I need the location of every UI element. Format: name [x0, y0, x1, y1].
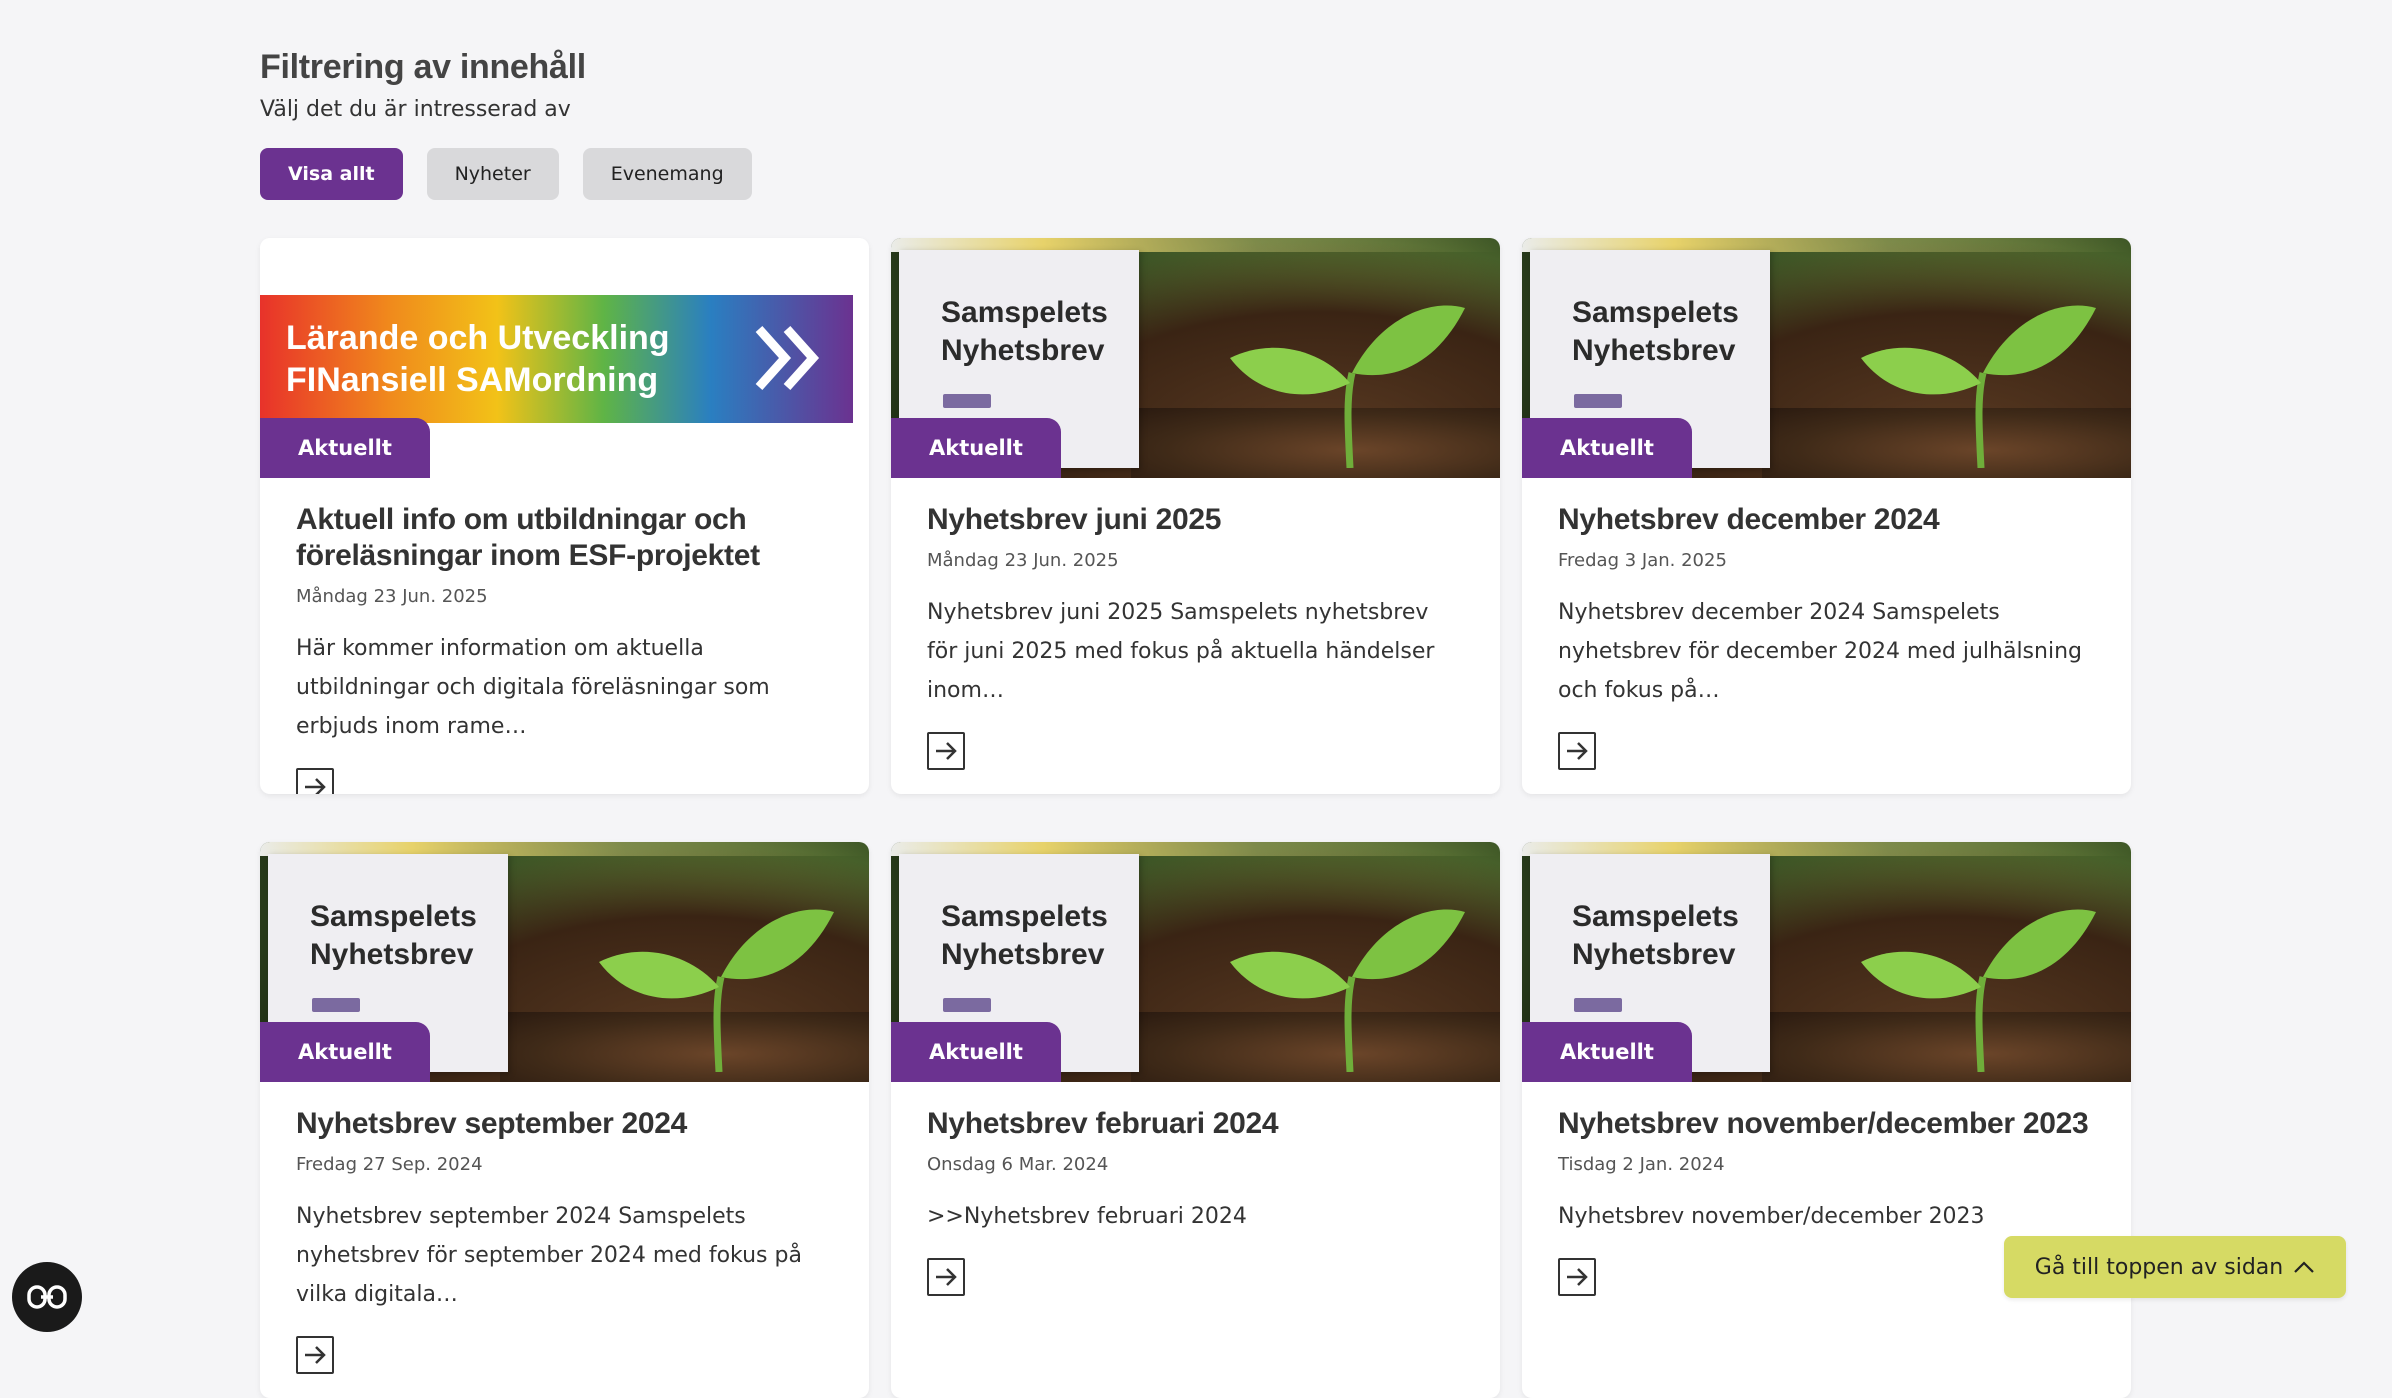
- filter-button-group: Visa allt Nyheter Evenemang: [260, 148, 2132, 200]
- double-chevron-icon: [755, 325, 820, 391]
- card-date: Tisdag 2 Jan. 2024: [1558, 1154, 1725, 1175]
- category-tag: Aktuellt: [891, 1022, 1061, 1082]
- newsletter-label-line2: Nyhetsbrev: [1572, 938, 1736, 971]
- logo-mark: [1574, 394, 1622, 408]
- read-more-button[interactable]: [1558, 732, 1596, 770]
- news-card[interactable]: Samspelets Nyhetsbrev Aktuellt Nyhetsbre…: [1522, 842, 2131, 1398]
- accessibility-icon: [27, 1285, 67, 1309]
- newsletter-label-line2: Nyhetsbrev: [310, 938, 474, 971]
- sprout-graphic: [1230, 909, 1465, 1072]
- card-date: Onsdag 6 Mar. 2024: [927, 1154, 1109, 1175]
- read-more-button[interactable]: [296, 768, 334, 794]
- card-image: Samspelets Nyhetsbrev Aktuellt: [891, 238, 1500, 478]
- sprout-graphic: [1230, 305, 1465, 468]
- newsletter-label-line2: Nyhetsbrev: [941, 938, 1105, 971]
- card-title[interactable]: Nyhetsbrev november/december 2023: [1558, 1106, 2095, 1142]
- banner-graphic: Lärande och Utveckling FINansiell SAMord…: [260, 295, 853, 423]
- card-excerpt: Här kommer information om aktuella utbil…: [296, 636, 770, 739]
- card-excerpt: Nyhetsbrev december 2024 Samspelets nyhe…: [1558, 600, 2082, 703]
- arrow-right-icon: [1567, 742, 1588, 760]
- category-tag: Aktuellt: [1522, 1022, 1692, 1082]
- category-tag: Aktuellt: [891, 418, 1061, 478]
- news-card[interactable]: Samspelets Nyhetsbrev Aktuellt Nyhetsbre…: [891, 238, 1500, 794]
- arrow-right-icon: [305, 1346, 326, 1364]
- logo-mark: [943, 394, 991, 408]
- card-image: Samspelets Nyhetsbrev Aktuellt: [1522, 238, 2131, 478]
- news-card[interactable]: Samspelets Nyhetsbrev Aktuellt Nyhetsbre…: [891, 842, 1500, 1398]
- back-to-top-label: Gå till toppen av sidan: [2034, 1254, 2284, 1280]
- logo-mark: [312, 998, 360, 1012]
- filter-button-visa-allt[interactable]: Visa allt: [260, 148, 403, 200]
- filter-title: Filtrering av innehåll: [260, 48, 586, 86]
- read-more-button[interactable]: [927, 732, 965, 770]
- newsletter-label-line1: Samspelets: [310, 900, 477, 933]
- news-card[interactable]: Samspelets Nyhetsbrev Aktuellt Nyhetsbre…: [1522, 238, 2131, 794]
- logo-mark: [1574, 998, 1622, 1012]
- banner-text-line2: FINansiell SAMordning: [286, 361, 659, 399]
- card-image: Samspelets Nyhetsbrev Aktuellt: [260, 842, 869, 1082]
- card-date: Fredag 27 Sep. 2024: [296, 1154, 483, 1175]
- newsletter-label-line1: Samspelets: [941, 900, 1108, 933]
- card-title[interactable]: Nyhetsbrev februari 2024: [927, 1106, 1464, 1142]
- card-title[interactable]: Nyhetsbrev december 2024: [1558, 502, 2095, 538]
- card-image: Lärande och Utveckling FINansiell SAMord…: [260, 238, 869, 478]
- filter-subtitle: Välj det du är intresserad av: [260, 97, 571, 122]
- newsletter-label-line1: Samspelets: [1572, 296, 1739, 329]
- read-more-button[interactable]: [296, 1336, 334, 1374]
- arrow-right-icon: [936, 742, 957, 760]
- newsletter-label-line2: Nyhetsbrev: [1572, 334, 1736, 367]
- filter-button-evenemang[interactable]: Evenemang: [582, 148, 752, 200]
- banner-text-line1: Lärande och Utveckling: [286, 319, 670, 357]
- card-date: Måndag 23 Jun. 2025: [296, 586, 488, 607]
- card-image: Samspelets Nyhetsbrev Aktuellt: [1522, 842, 2131, 1082]
- card-title[interactable]: Nyhetsbrev september 2024: [296, 1106, 833, 1142]
- newsletter-label-line2: Nyhetsbrev: [941, 334, 1105, 367]
- card-excerpt: Nyhetsbrev september 2024 Samspelets nyh…: [296, 1204, 802, 1307]
- arrow-right-icon: [1567, 1268, 1588, 1286]
- read-more-button[interactable]: [1558, 1258, 1596, 1296]
- news-card-grid: Lärande och Utveckling FINansiell SAMord…: [260, 238, 2131, 1398]
- newsletter-label-line1: Samspelets: [941, 296, 1108, 329]
- accessibility-button[interactable]: [12, 1262, 82, 1332]
- read-more-button[interactable]: [927, 1258, 965, 1296]
- category-tag: Aktuellt: [260, 1022, 430, 1082]
- news-card[interactable]: Samspelets Nyhetsbrev Aktuellt Nyhetsbre…: [260, 842, 869, 1398]
- filter-button-nyheter[interactable]: Nyheter: [426, 148, 559, 200]
- sprout-graphic: [1861, 909, 2096, 1072]
- sprout-graphic: [1861, 305, 2096, 468]
- card-image: Samspelets Nyhetsbrev Aktuellt: [891, 842, 1500, 1082]
- arrow-right-icon: [936, 1268, 957, 1286]
- card-excerpt: Nyhetsbrev november/december 2023: [1558, 1204, 1985, 1229]
- main-content: Filtrering av innehåll Välj det du är in…: [260, 0, 2132, 1398]
- card-excerpt: >>Nyhetsbrev februari 2024: [927, 1204, 1247, 1229]
- card-date: Måndag 23 Jun. 2025: [927, 550, 1119, 571]
- news-card[interactable]: Lärande och Utveckling FINansiell SAMord…: [260, 238, 869, 794]
- card-excerpt: Nyhetsbrev juni 2025 Samspelets nyhetsbr…: [927, 600, 1435, 703]
- category-tag: Aktuellt: [1522, 418, 1692, 478]
- back-to-top-button[interactable]: Gå till toppen av sidan: [2004, 1236, 2346, 1298]
- card-title[interactable]: Aktuell info om utbildningar och föreläs…: [296, 502, 833, 574]
- logo-mark: [943, 998, 991, 1012]
- card-title[interactable]: Nyhetsbrev juni 2025: [927, 502, 1464, 538]
- card-date: Fredag 3 Jan. 2025: [1558, 550, 1727, 571]
- chevron-up-icon: [2294, 1261, 2314, 1273]
- sprout-graphic: [599, 909, 834, 1072]
- category-tag: Aktuellt: [260, 418, 430, 478]
- arrow-right-icon: [305, 778, 326, 794]
- newsletter-label-line1: Samspelets: [1572, 900, 1739, 933]
